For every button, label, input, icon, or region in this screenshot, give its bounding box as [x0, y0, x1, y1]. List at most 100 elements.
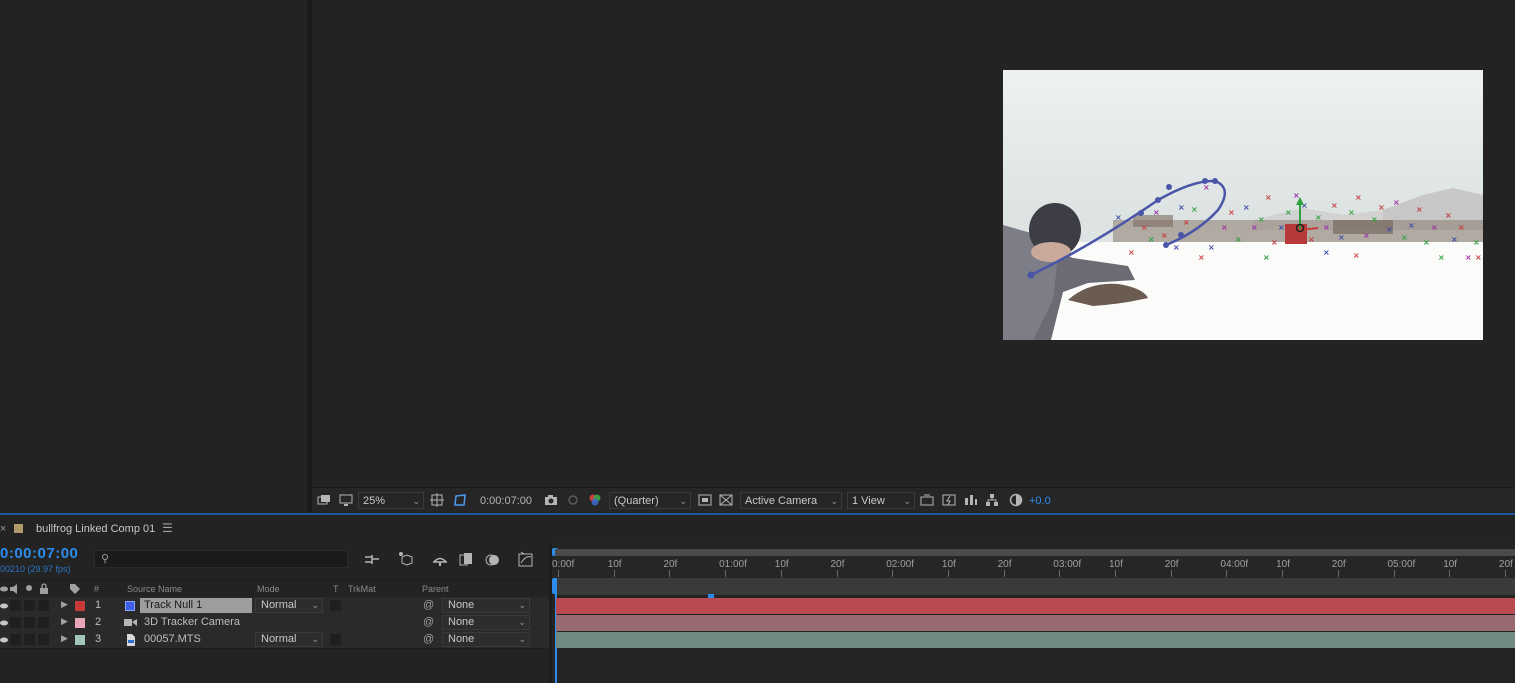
mode-dropdown[interactable]: Normal ⌄ — [255, 632, 323, 647]
timeline-icon[interactable] — [964, 493, 978, 507]
graph-editor-icon[interactable] — [518, 551, 534, 570]
layer-row[interactable]: ▶ 3 00057.MTS Normal ⌄ @ None ⌄ — [0, 631, 552, 649]
fast-previews-icon[interactable] — [942, 493, 956, 507]
svg-text:×: × — [1141, 223, 1148, 232]
ruler-tick-label: 03:00f — [1053, 559, 1082, 570]
svg-text:×: × — [1128, 248, 1135, 257]
region-of-interest-icon[interactable] — [698, 493, 712, 507]
lock-header-icon[interactable] — [39, 583, 49, 598]
eye-visibility-icon[interactable] — [0, 635, 8, 647]
parent-dropdown[interactable]: None ⌄ — [442, 598, 530, 613]
layer-name[interactable]: Track Null 1 — [144, 599, 202, 611]
flowchart-icon[interactable] — [985, 493, 999, 507]
svg-text:×: × — [1221, 223, 1228, 232]
layer-search-input[interactable]: ⚲ — [94, 550, 348, 568]
svg-text:×: × — [1278, 223, 1285, 232]
timeline-tab-title[interactable]: bullfrog Linked Comp 01 — [36, 523, 155, 535]
monitor-icon[interactable] — [339, 493, 353, 507]
layer-label-swatch[interactable] — [75, 635, 85, 645]
layer-duration-bar[interactable] — [556, 632, 1515, 648]
comp-flowchart-icon[interactable] — [364, 553, 380, 570]
camera-snapshot-icon[interactable] — [544, 493, 558, 507]
viewer-timecode[interactable]: 0:00:07:00 — [480, 493, 532, 509]
solo-switch[interactable] — [24, 634, 35, 645]
choose-grid-guides-icon[interactable] — [430, 493, 444, 507]
color-channels-icon[interactable] — [588, 493, 602, 507]
time-navigator[interactable] — [555, 578, 1515, 595]
ruler-tick — [725, 570, 727, 577]
layer-label-swatch[interactable] — [75, 601, 85, 611]
pickwhip-icon[interactable]: @ — [423, 633, 434, 645]
lock-switch[interactable] — [38, 617, 49, 628]
layer-row[interactable]: ▶ 2 3D Tracker Camera @ None ⌄ — [0, 614, 552, 632]
solo-header-icon[interactable] — [26, 585, 32, 591]
parent-dropdown[interactable]: None ⌄ — [442, 615, 530, 630]
svg-text:×: × — [1363, 231, 1370, 240]
svg-text:×: × — [1451, 235, 1458, 244]
svg-text:×: × — [1331, 201, 1338, 210]
mode-dropdown[interactable]: Normal ⌄ — [255, 598, 323, 613]
audio-switch[interactable] — [10, 600, 21, 611]
preserve-transparency-switch[interactable] — [330, 634, 341, 645]
layer-duration-bar[interactable] — [556, 615, 1515, 631]
solo-switch[interactable] — [24, 617, 35, 628]
exposure-value[interactable]: +0.0 — [1029, 493, 1051, 509]
motion-blur-icon[interactable] — [485, 552, 501, 571]
layer-duration-bar[interactable] — [556, 598, 1515, 614]
audio-header-icon[interactable] — [9, 583, 21, 598]
svg-text:×: × — [1378, 203, 1385, 212]
composition-frame[interactable]: × × × × × × × × × × × × × × × × × × × × × × × × × × ×… — [1003, 70, 1483, 340]
always-preview-icon[interactable] — [317, 493, 331, 507]
layer-row[interactable]: ▶ 1 Track Null 1 Normal ⌄ @ None ⌄ — [0, 597, 552, 615]
toggle-pixel-aspect-icon[interactable] — [920, 493, 934, 507]
preserve-transparency-switch[interactable] — [330, 600, 341, 611]
work-area-bar[interactable] — [555, 549, 1515, 556]
lock-switch[interactable] — [38, 634, 49, 645]
pickwhip-icon[interactable]: @ — [423, 616, 434, 628]
reset-exposure-icon[interactable] — [1009, 493, 1023, 507]
chevron-down-icon: ⌄ — [311, 634, 319, 644]
chevron-down-icon: ⌄ — [518, 617, 526, 627]
expand-triangle-icon[interactable]: ▶ — [61, 616, 68, 627]
ruler-tick-label: 10f — [607, 559, 622, 570]
comp-label-swatch — [14, 524, 23, 533]
layer-name[interactable]: 00057.MTS — [144, 633, 201, 645]
camera-view-dropdown[interactable]: Active Camera ⌄ — [740, 492, 842, 509]
source-name-column-header[interactable]: Source Name — [127, 584, 182, 594]
close-tab-icon[interactable]: × — [0, 523, 6, 535]
lock-switch[interactable] — [38, 600, 49, 611]
parent-dropdown[interactable]: None ⌄ — [442, 632, 530, 647]
show-snapshot-icon[interactable] — [566, 493, 580, 507]
solo-switch[interactable] — [24, 600, 35, 611]
audio-switch[interactable] — [10, 634, 21, 645]
frame-blending-icon[interactable] — [458, 552, 474, 571]
view-layout-dropdown[interactable]: 1 View ⌄ — [847, 492, 915, 509]
layer-name[interactable]: 3D Tracker Camera — [144, 616, 240, 628]
pickwhip-icon[interactable]: @ — [423, 599, 434, 611]
eye-visibility-icon[interactable] — [0, 601, 8, 613]
mask-visibility-icon[interactable] — [453, 493, 467, 507]
current-time-display[interactable]: 0:00:07:00 — [0, 545, 78, 562]
video-switch-header-icon[interactable] — [0, 584, 8, 597]
draft-3d-icon[interactable] — [398, 551, 414, 570]
time-ruler[interactable]: 0:00f 10f 20f 01:00f 10f 20f 02:00f 10f 20f 03:00… — [552, 556, 1515, 578]
panel-menu-icon[interactable]: ☰ — [162, 521, 173, 535]
transparency-grid-icon[interactable] — [719, 493, 733, 507]
eye-visibility-icon[interactable] — [0, 618, 8, 630]
ruler-tick — [1226, 570, 1228, 577]
hide-shy-layers-icon[interactable] — [432, 553, 448, 570]
parent-value: None — [448, 599, 475, 611]
svg-text:×: × — [1203, 183, 1210, 192]
svg-text:×: × — [1293, 191, 1300, 200]
expand-triangle-icon[interactable]: ▶ — [61, 599, 68, 610]
svg-text:×: × — [1161, 231, 1168, 240]
resolution-dropdown[interactable]: (Quarter) ⌄ — [609, 492, 691, 509]
zoom-dropdown[interactable]: 25% ⌄ — [358, 492, 424, 509]
layer-label-swatch[interactable] — [75, 618, 85, 628]
mode-value: Normal — [261, 633, 297, 645]
audio-switch[interactable] — [10, 617, 21, 628]
ruler-tick — [1504, 570, 1506, 577]
expand-triangle-icon[interactable]: ▶ — [61, 633, 68, 644]
label-tag-icon[interactable] — [69, 583, 81, 598]
parent-column-header: Parent — [422, 584, 449, 594]
